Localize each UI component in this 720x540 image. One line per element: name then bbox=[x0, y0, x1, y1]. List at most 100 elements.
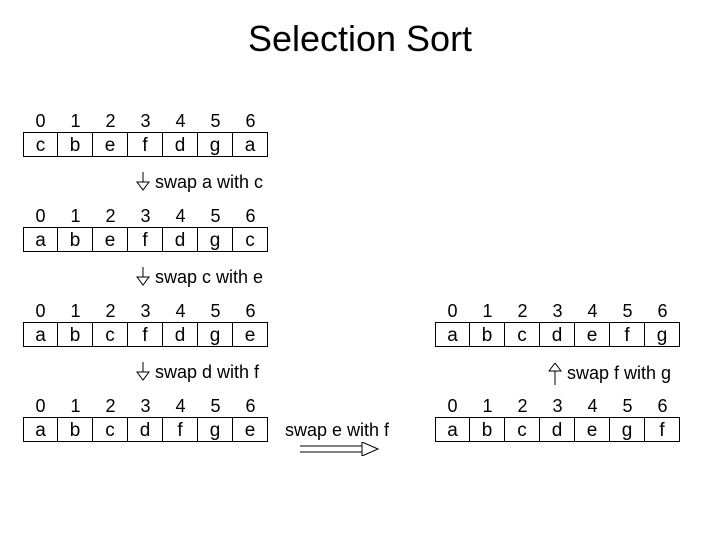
idx-cell: 6 bbox=[645, 300, 680, 322]
idx-cell: 4 bbox=[575, 395, 610, 417]
down-arrow-icon bbox=[135, 362, 151, 382]
idx-cell: 5 bbox=[198, 300, 233, 322]
val-cell: e bbox=[233, 322, 268, 347]
val-cell: a bbox=[233, 132, 268, 157]
idx-cell: 3 bbox=[540, 395, 575, 417]
idx-cell: 6 bbox=[645, 395, 680, 417]
swap-label-2: swap c with e bbox=[155, 267, 263, 288]
idx-cell: 4 bbox=[575, 300, 610, 322]
val-cell: g bbox=[198, 132, 233, 157]
val-cell: b bbox=[58, 322, 93, 347]
array-step-3: 0 1 2 3 4 5 6 a b c d f g e bbox=[23, 395, 268, 442]
swap-label-4: swap e with f bbox=[285, 420, 389, 441]
val-cell: d bbox=[128, 417, 163, 442]
idx-cell: 4 bbox=[163, 205, 198, 227]
val-cell: e bbox=[575, 322, 610, 347]
idx-cell: 6 bbox=[233, 110, 268, 132]
val-cell: b bbox=[58, 417, 93, 442]
idx-cell: 3 bbox=[540, 300, 575, 322]
swap-label-3: swap d with f bbox=[155, 362, 259, 383]
idx-cell: 1 bbox=[58, 110, 93, 132]
array-step-0: 0 1 2 3 4 5 6 c b e f d g a bbox=[23, 110, 268, 157]
swap-label-1: swap a with c bbox=[155, 172, 263, 193]
val-cell: a bbox=[435, 322, 470, 347]
idx-cell: 0 bbox=[23, 110, 58, 132]
idx-cell: 5 bbox=[198, 110, 233, 132]
val-cell: a bbox=[23, 322, 58, 347]
val-cell: f bbox=[128, 322, 163, 347]
val-cell: c bbox=[23, 132, 58, 157]
val-cell: d bbox=[540, 417, 575, 442]
val-cell: b bbox=[470, 417, 505, 442]
val-cell: g bbox=[645, 322, 680, 347]
idx-cell: 4 bbox=[163, 395, 198, 417]
idx-cell: 5 bbox=[198, 205, 233, 227]
val-cell: a bbox=[435, 417, 470, 442]
down-arrow-icon bbox=[135, 172, 151, 192]
val-cell: e bbox=[93, 132, 128, 157]
idx-cell: 3 bbox=[128, 205, 163, 227]
idx-cell: 2 bbox=[93, 395, 128, 417]
idx-cell: 5 bbox=[198, 395, 233, 417]
idx-cell: 4 bbox=[163, 300, 198, 322]
right-arrow-icon bbox=[300, 442, 380, 456]
val-cell: g bbox=[198, 417, 233, 442]
val-cell: c bbox=[505, 417, 540, 442]
val-cell: f bbox=[128, 132, 163, 157]
swap-label-5: swap f with g bbox=[567, 363, 671, 384]
idx-cell: 5 bbox=[610, 300, 645, 322]
val-cell: d bbox=[163, 227, 198, 252]
idx-cell: 4 bbox=[163, 110, 198, 132]
up-arrow-icon bbox=[547, 363, 563, 385]
val-cell: g bbox=[198, 227, 233, 252]
idx-cell: 1 bbox=[470, 300, 505, 322]
val-cell: c bbox=[93, 417, 128, 442]
array-step-5: 0 1 2 3 4 5 6 a b c d e f g bbox=[435, 300, 680, 347]
val-cell: c bbox=[93, 322, 128, 347]
val-cell: d bbox=[540, 322, 575, 347]
idx-cell: 2 bbox=[93, 205, 128, 227]
idx-cell: 2 bbox=[505, 395, 540, 417]
val-cell: f bbox=[610, 322, 645, 347]
idx-cell: 0 bbox=[435, 300, 470, 322]
val-cell: d bbox=[163, 132, 198, 157]
idx-cell: 1 bbox=[58, 300, 93, 322]
idx-cell: 2 bbox=[93, 110, 128, 132]
idx-cell: 3 bbox=[128, 300, 163, 322]
val-cell: f bbox=[645, 417, 680, 442]
val-cell: e bbox=[575, 417, 610, 442]
idx-cell: 6 bbox=[233, 205, 268, 227]
val-cell: e bbox=[233, 417, 268, 442]
idx-cell: 2 bbox=[93, 300, 128, 322]
val-cell: c bbox=[505, 322, 540, 347]
array-step-4: 0 1 2 3 4 5 6 a b c d e g f bbox=[435, 395, 680, 442]
idx-cell: 1 bbox=[58, 395, 93, 417]
val-cell: c bbox=[233, 227, 268, 252]
val-cell: g bbox=[198, 322, 233, 347]
val-cell: d bbox=[163, 322, 198, 347]
idx-cell: 0 bbox=[23, 395, 58, 417]
idx-cell: 3 bbox=[128, 110, 163, 132]
idx-cell: 5 bbox=[610, 395, 645, 417]
idx-cell: 0 bbox=[435, 395, 470, 417]
idx-cell: 0 bbox=[23, 205, 58, 227]
idx-cell: 1 bbox=[58, 205, 93, 227]
val-cell: a bbox=[23, 227, 58, 252]
idx-cell: 6 bbox=[233, 300, 268, 322]
val-cell: b bbox=[470, 322, 505, 347]
array-step-2: 0 1 2 3 4 5 6 a b c f d g e bbox=[23, 300, 268, 347]
val-cell: f bbox=[128, 227, 163, 252]
idx-cell: 6 bbox=[233, 395, 268, 417]
idx-cell: 0 bbox=[23, 300, 58, 322]
page-title: Selection Sort bbox=[0, 0, 720, 70]
val-cell: b bbox=[58, 132, 93, 157]
val-cell: b bbox=[58, 227, 93, 252]
array-step-1: 0 1 2 3 4 5 6 a b e f d g c bbox=[23, 205, 268, 252]
idx-cell: 2 bbox=[505, 300, 540, 322]
down-arrow-icon bbox=[135, 267, 151, 287]
val-cell: f bbox=[163, 417, 198, 442]
val-cell: e bbox=[93, 227, 128, 252]
idx-cell: 1 bbox=[470, 395, 505, 417]
val-cell: a bbox=[23, 417, 58, 442]
idx-cell: 3 bbox=[128, 395, 163, 417]
